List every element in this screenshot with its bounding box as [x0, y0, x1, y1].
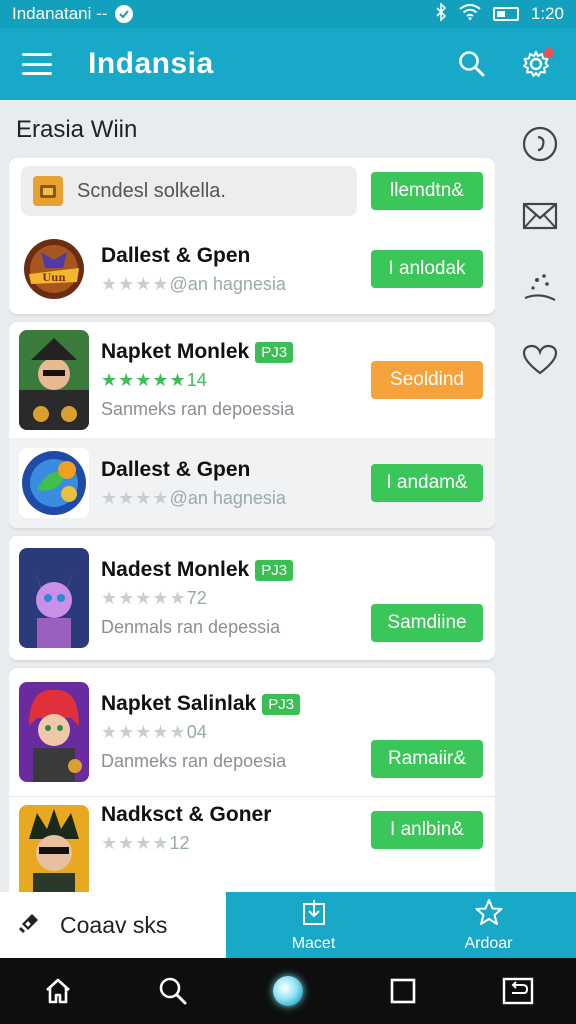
- item-title: Dallest & Gpen: [101, 457, 251, 481]
- notification-icon: [115, 5, 134, 23]
- notification-badge: [544, 48, 554, 58]
- item-tag: PJ3: [255, 559, 294, 581]
- item-title: Dallest & Gpen: [101, 243, 251, 267]
- clock-time: 1:20: [530, 4, 564, 23]
- item-rating: ★★★★ 12: [101, 833, 190, 853]
- tab-home-label: Coaav sks: [60, 911, 168, 938]
- item-rating: ★★★★★ 72: [101, 588, 207, 608]
- item-tag: PJ3: [255, 341, 294, 363]
- square-icon[interactable]: [383, 971, 423, 1011]
- search-input[interactable]: [77, 179, 297, 203]
- list-card: Napket Monlek PJ3 ★★★★★ 14 Sanmeks ran de…: [9, 322, 495, 528]
- list-item[interactable]: Uun Dallest & Gpen ★★★★ @an hagnesia I a…: [9, 224, 495, 314]
- clock-icon[interactable]: [520, 124, 560, 164]
- app-title: Indansia: [88, 47, 214, 80]
- search-box[interactable]: [21, 166, 357, 216]
- bottom-tab-bar: Coaav sks Macet Ardoar: [0, 892, 576, 958]
- tab-macet-label: Macet: [291, 934, 336, 952]
- item-rating: ★★★★★ 04: [101, 722, 207, 742]
- app-thumbnail: [19, 804, 89, 892]
- tab-ardoar-label: Ardoar: [464, 934, 513, 952]
- puzzle-icon: [33, 176, 63, 206]
- item-title: Nadest Monlek PJ3: [101, 558, 371, 582]
- search-action-button[interactable]: llemdtn&: [371, 172, 483, 210]
- app-thumbnail: [19, 330, 89, 430]
- item-rating: ★★★★ @an hagnesia: [101, 487, 286, 508]
- item-tag: PJ3: [262, 693, 301, 715]
- item-action-button[interactable]: Samdiine: [371, 604, 483, 642]
- heart-icon[interactable]: [520, 340, 560, 380]
- app-thumbnail: [19, 682, 89, 782]
- menu-icon[interactable]: [22, 53, 52, 75]
- search-row: llemdtn&: [9, 158, 495, 224]
- item-title: Napket Monlek PJ3: [101, 340, 371, 364]
- search-icon[interactable]: [153, 971, 193, 1011]
- item-title: Nadksct & Goner: [101, 803, 272, 826]
- home-icon[interactable]: [38, 971, 78, 1011]
- star-icon: ★★★★: [101, 273, 170, 294]
- section-heading: Erasia Wiin: [16, 116, 138, 143]
- app-thumbnail: Uun: [19, 234, 89, 304]
- sparkle-icon[interactable]: [520, 268, 560, 308]
- list-card: llemdtn& Uun Dallest & Gpen ★★★★ @an hag…: [9, 158, 495, 314]
- star-icon: ★★★★: [101, 487, 170, 508]
- side-rail: [504, 110, 576, 890]
- back-icon[interactable]: [498, 971, 538, 1011]
- list-item[interactable]: Dallest & Gpen ★★★★ @an hagnesia I andam…: [9, 438, 495, 528]
- list-item[interactable]: Nadksct & Goner ★★★★ 12 I anlbin&: [9, 796, 495, 892]
- item-action-button[interactable]: Ramaiir&: [371, 740, 483, 778]
- star-icon: ★★★★★: [101, 588, 187, 608]
- tab-ardoar[interactable]: Ardoar: [401, 892, 576, 958]
- tab-macet[interactable]: Macet: [226, 892, 401, 958]
- system-nav-bar: [0, 958, 576, 1024]
- item-action-button[interactable]: I anlodak: [371, 250, 483, 288]
- list-card: Nadest Monlek PJ3 ★★★★★ 72 Denmals ran de…: [9, 536, 495, 660]
- battery-icon: [492, 7, 519, 21]
- list-item[interactable]: Nadest Monlek PJ3 ★★★★★ 72 Denmals ran de…: [9, 536, 495, 660]
- item-action-button[interactable]: I andam&: [371, 464, 483, 502]
- list-item[interactable]: Napket Salinlak PJ3 ★★★★★ 04 Danmeks ran …: [9, 668, 495, 796]
- star-icon: ★★★★★: [101, 722, 187, 742]
- item-rating: ★★★★ @an hagnesia: [101, 273, 286, 294]
- list-item[interactable]: Napket Monlek PJ3 ★★★★★ 14 Sanmeks ran de…: [9, 322, 495, 438]
- star-icon: ★★★★: [101, 833, 170, 853]
- settings-icon[interactable]: [518, 46, 554, 82]
- star-icon: [474, 898, 504, 931]
- app-thumbnail: [19, 548, 89, 648]
- app-thumbnail: [19, 448, 89, 518]
- download-icon: [301, 898, 327, 931]
- star-icon: ★★★★★: [101, 370, 187, 390]
- app-bar: Indansia: [0, 28, 576, 100]
- item-subtitle: Denmals ran depessia: [101, 617, 281, 637]
- item-action-button[interactable]: Seoldind: [371, 361, 483, 399]
- search-icon[interactable]: [454, 46, 490, 82]
- mail-icon[interactable]: [520, 196, 560, 236]
- puzzle-icon: [16, 908, 44, 942]
- wifi-icon: [459, 3, 481, 25]
- item-subtitle: Sanmeks ran depoessia: [101, 399, 295, 419]
- item-subtitle: Danmeks ran depoesia: [101, 751, 287, 771]
- app-list: llemdtn& Uun Dallest & Gpen ★★★★ @an hag…: [9, 158, 495, 892]
- bluetooth-icon: [435, 1, 447, 26]
- item-action-button[interactable]: I anlbin&: [371, 811, 483, 849]
- item-title: Napket Salinlak PJ3: [101, 692, 371, 716]
- assistant-orb-icon[interactable]: [268, 971, 308, 1011]
- tab-home[interactable]: Coaav sks: [0, 892, 226, 958]
- list-card: Napket Salinlak PJ3 ★★★★★ 04 Danmeks ran …: [9, 668, 495, 892]
- status-bar: Indanatani -- 1:20: [0, 0, 576, 28]
- carrier-label: Indanatani --: [12, 4, 108, 23]
- item-rating: ★★★★★ 14: [101, 370, 207, 390]
- svg-text:Uun: Uun: [42, 273, 66, 284]
